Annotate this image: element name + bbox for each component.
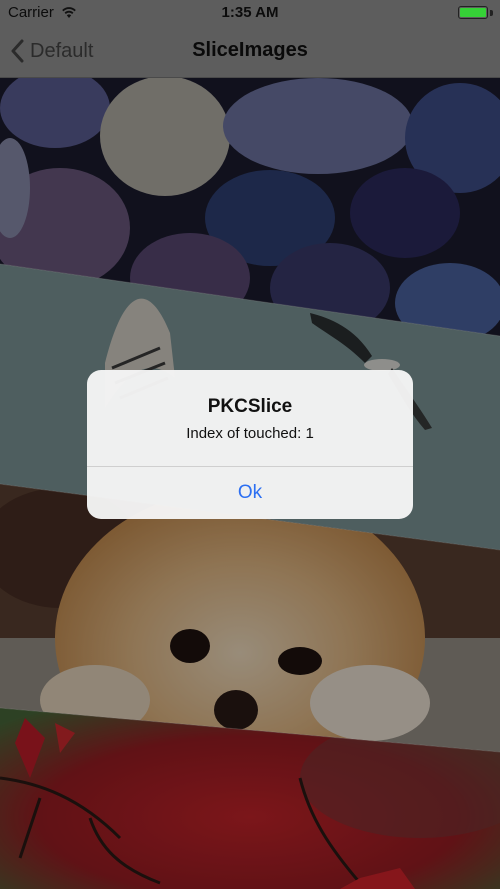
page-title: SliceImages [192,39,308,61]
ok-button[interactable]: Ok [87,467,413,519]
alert-dialog: PKCSlice Index of touched: 1 Ok [87,370,413,519]
status-bar: Carrier 1:35 AM [0,0,500,26]
status-time: 1:35 AM [221,4,279,21]
battery-nub [490,10,493,16]
battery-level [460,8,486,17]
battery-icon [458,6,488,19]
navigation-bar: Default SliceImages [0,26,500,78]
alert-title: PKCSlice [207,396,293,417]
alert-message: Index of touched: 1 [186,425,314,442]
